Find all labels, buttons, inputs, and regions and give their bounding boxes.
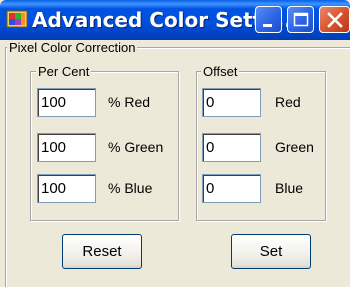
reset-button[interactable]: Reset [62, 234, 142, 269]
percent-red-label: % Red [108, 94, 151, 110]
app-icon[interactable] [6, 8, 28, 30]
percent-blue-input[interactable] [37, 174, 96, 203]
close-button[interactable] [319, 6, 350, 33]
maximize-button[interactable] [287, 6, 314, 33]
offset-green-input[interactable] [202, 133, 261, 162]
client-area: Pixel Color Correction Per Cent % Red % … [0, 40, 350, 287]
offset-red-label: Red [275, 94, 301, 110]
offset-red-input[interactable] [202, 88, 261, 117]
offset-label: Offset [201, 64, 240, 79]
minimize-button[interactable] [255, 6, 282, 33]
offset-green-label: Green [275, 139, 314, 155]
set-button[interactable]: Set [231, 234, 311, 269]
title-bar[interactable]: Advanced Color Setti... [0, 0, 350, 40]
offset-blue-label: Blue [275, 180, 304, 196]
percent-blue-label: % Blue [108, 180, 153, 196]
percent-green-label: % Green [108, 139, 164, 155]
per-cent-label: Per Cent [36, 64, 92, 79]
pixel-color-correction-label: Pixel Color Correction [7, 40, 138, 55]
percent-green-input[interactable] [37, 133, 96, 162]
window-title: Advanced Color Setti... [32, 8, 292, 32]
percent-red-input[interactable] [37, 88, 96, 117]
offset-blue-input[interactable] [202, 174, 261, 203]
